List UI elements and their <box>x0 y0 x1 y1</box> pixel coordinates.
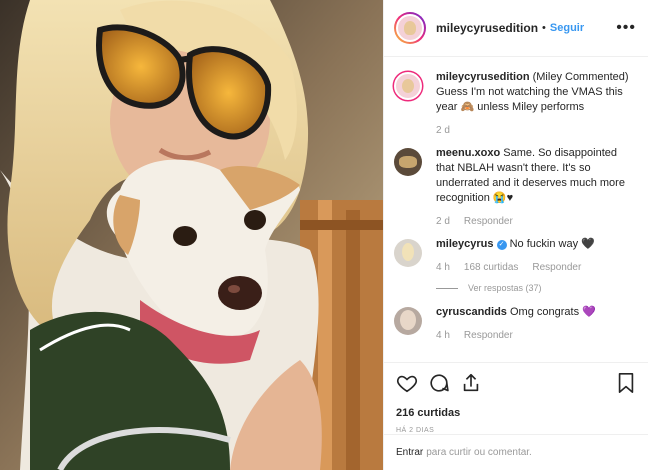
likes-count[interactable]: 216 curtidas <box>396 407 636 419</box>
post-sidebar: mileycyrusedition • Seguir ••• mileycyru… <box>383 0 648 470</box>
comment-username[interactable]: mileycyrusedition <box>436 71 530 83</box>
post-timestamp[interactable]: HÁ 2 DIAS <box>396 427 636 434</box>
reply-button[interactable]: Responder <box>464 214 513 229</box>
reply-button[interactable]: Responder <box>464 328 513 343</box>
bookmark-icon[interactable] <box>616 372 636 394</box>
comment-time[interactable]: 2 d <box>436 123 450 138</box>
caption-comment: mileycyrusedition (Miley Commented) Gues… <box>394 70 636 138</box>
replies-line <box>436 287 458 289</box>
comment-avatar[interactable] <box>394 148 422 176</box>
separator-dot: • <box>542 22 546 34</box>
comment-username[interactable]: cyruscandids <box>436 306 507 318</box>
comments-list[interactable]: mileycyrusedition (Miley Commented) Gues… <box>384 58 648 358</box>
login-prompt: para curtir ou comentar. <box>426 447 532 458</box>
comment-meta: 2 d Responder <box>436 214 636 229</box>
comment-username[interactable]: mileycyrus <box>436 238 493 250</box>
comment-likes[interactable]: 168 curtidas <box>464 260 518 275</box>
photo-illustration <box>0 0 383 470</box>
comment-text: Omg congrats 💜 <box>509 306 596 318</box>
comment-username[interactable]: meenu.xoxo <box>436 147 500 159</box>
author-avatar[interactable] <box>394 12 426 44</box>
heart-icon[interactable] <box>396 372 418 394</box>
add-comment-bar: Entrar para curtir ou comentar. <box>384 434 648 470</box>
comment-text: No fuckin way 🖤 <box>509 238 595 250</box>
author-username[interactable]: mileycyrusedition <box>436 21 538 35</box>
list-item: meenu.xoxo Same. So disappointed that NB… <box>394 146 636 229</box>
action-icons <box>396 371 636 395</box>
verified-badge-icon: ✓ <box>496 240 507 250</box>
comment-meta: 4 h Responder <box>436 328 596 343</box>
more-options-icon[interactable]: ••• <box>616 19 636 37</box>
list-item: mileycyrus ✓ No fuckin way 🖤 4 h 168 cur… <box>394 237 636 275</box>
comment-avatar[interactable] <box>394 72 422 100</box>
comment-time[interactable]: 4 h <box>436 328 450 343</box>
comment-meta: 2 d <box>436 123 636 138</box>
view-replies[interactable]: Ver respostas (37) <box>436 283 636 293</box>
reply-button[interactable]: Responder <box>532 260 581 275</box>
post-photo[interactable] <box>0 0 383 470</box>
comment-time[interactable]: 4 h <box>436 260 450 275</box>
comment-icon[interactable] <box>428 372 450 394</box>
comment-avatar[interactable] <box>394 239 422 267</box>
list-item: cyruscandids Omg congrats 💜 4 h Responde… <box>394 305 636 343</box>
login-link[interactable]: Entrar <box>396 447 423 458</box>
share-icon[interactable] <box>460 372 482 394</box>
view-replies-label[interactable]: Ver respostas (37) <box>468 283 542 293</box>
post-actions: 216 curtidas HÁ 2 DIAS <box>384 362 648 434</box>
follow-button[interactable]: Seguir <box>550 22 584 34</box>
comment-time[interactable]: 2 d <box>436 214 450 229</box>
post-header: mileycyrusedition • Seguir ••• <box>384 0 648 57</box>
comment-avatar[interactable] <box>394 307 422 335</box>
comment-meta: 4 h 168 curtidas Responder <box>436 260 595 275</box>
